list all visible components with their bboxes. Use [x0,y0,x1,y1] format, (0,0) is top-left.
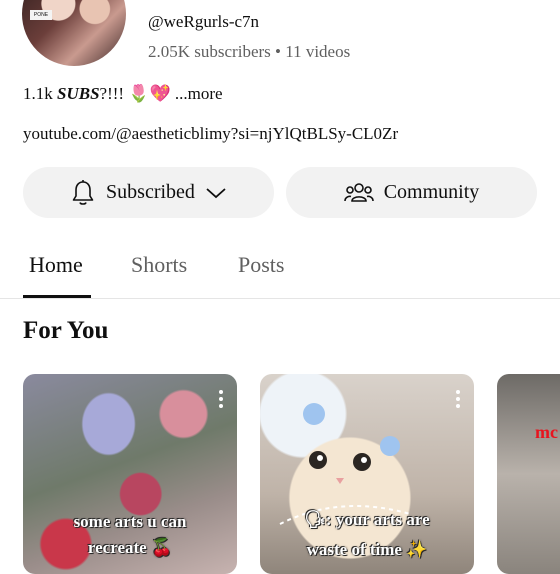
short-card[interactable]: some arts u can recreate 🍒 [23,374,237,574]
tab-shorts[interactable]: Shorts [131,252,187,278]
active-tab-indicator [23,295,91,298]
channel-avatar[interactable]: PONE [22,0,126,66]
card-caption-line: some arts u can [73,512,187,531]
channel-handle: @weRgurls-c7n [148,12,260,31]
tab-posts[interactable]: Posts [238,252,284,278]
subscribed-label: Subscribed [106,181,195,203]
more-options-icon[interactable] [456,390,460,411]
community-button[interactable]: Community [286,167,537,218]
section-title: For You [23,317,109,344]
community-label: Community [383,181,480,203]
people-icon [343,182,374,204]
card-caption-line: waste of time ✨ [306,540,428,559]
chevron-down-icon [205,186,227,200]
subscribed-button[interactable]: Subscribed [23,167,274,218]
card-caption-line: recreate 🍒 [87,538,173,557]
description-emoji: 🌷💖 [128,84,171,103]
channel-description[interactable]: 1.1k SUBS?!!! 🌷💖 ...more [23,84,223,104]
stats-separator: • [275,42,281,61]
bell-icon [70,179,96,207]
avatar-tag: PONE [30,10,52,20]
card-caption-line: 🗣: your arts are [304,510,430,529]
more-link[interactable]: ...more [171,84,223,103]
tab-home[interactable]: Home [29,252,83,278]
short-card[interactable]: mc [497,374,560,574]
video-count: 11 videos [285,42,351,61]
more-options-icon[interactable] [219,390,223,411]
subscriber-count: 2.05K subscribers [148,42,271,61]
short-card[interactable]: 🗣: your arts are waste of time ✨ [260,374,474,574]
channel-stats: 2.05K subscribers • 11 videos [148,42,350,62]
description-prefix: 1.1k [23,84,57,103]
description-subs: SUBS [57,84,100,103]
channel-link[interactable]: youtube.com/@aestheticblimy?si=njYlQtBLS… [23,124,398,144]
description-suffix: ?!!! [99,84,129,103]
channel-tabs: Home Shorts Posts [0,240,560,299]
card-caption-line: mc [535,422,558,442]
